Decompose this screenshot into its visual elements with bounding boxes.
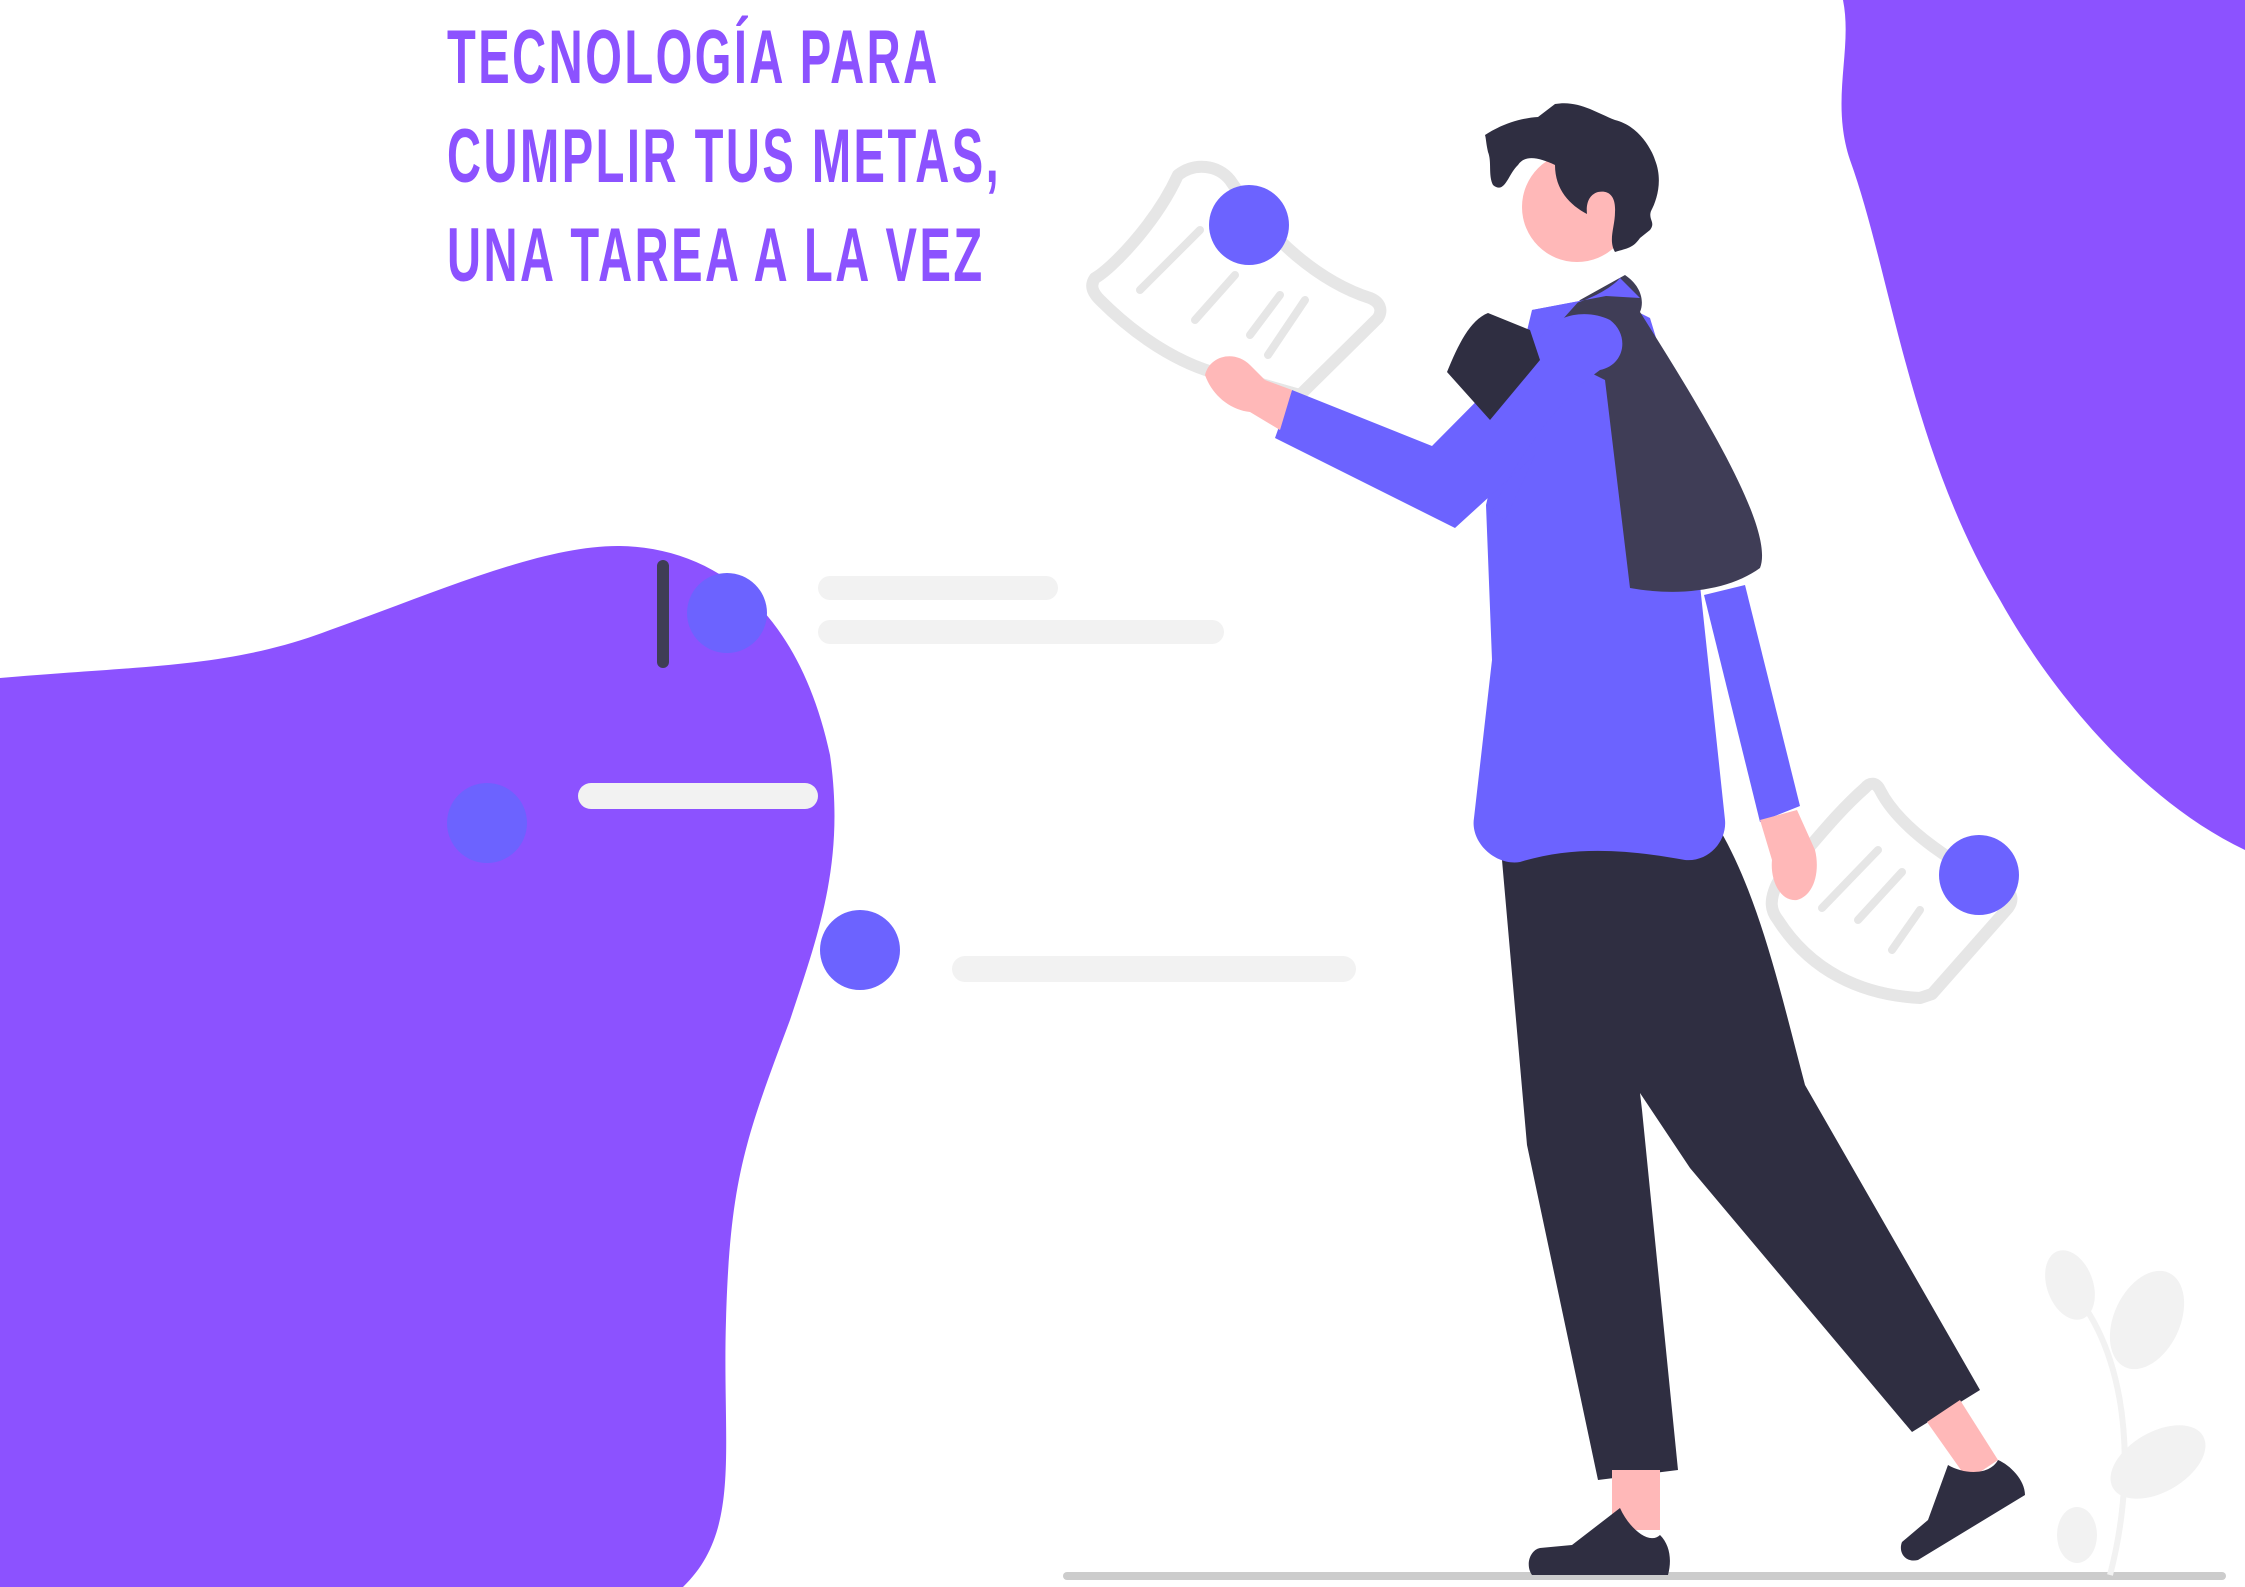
person-shoe — [1900, 1460, 2025, 1561]
bullet-dot-icon — [820, 910, 900, 990]
headline: TECNOLOGÍA PARA CUMPLIR TUS METAS, UNA T… — [447, 8, 1001, 305]
list-bar — [578, 783, 818, 809]
illustration-scene — [0, 0, 2245, 1587]
list-bar — [952, 956, 1356, 982]
headline-line-3: UNA TAREA A LA VEZ — [447, 213, 985, 298]
list-bar — [818, 620, 1224, 644]
bullet-dot-icon — [447, 783, 527, 863]
plant-decoration — [2045, 1250, 2206, 1576]
headline-line-2: CUMPLIR TUS METAS, — [447, 114, 1002, 199]
list-bar — [818, 576, 1058, 600]
headline-line-1: TECNOLOGÍA PARA — [447, 15, 940, 100]
right-blob-shape — [1841, 0, 2245, 850]
bullet-dot-icon — [687, 573, 767, 653]
left-blob-shape — [0, 545, 835, 1587]
text-cursor — [657, 560, 669, 668]
